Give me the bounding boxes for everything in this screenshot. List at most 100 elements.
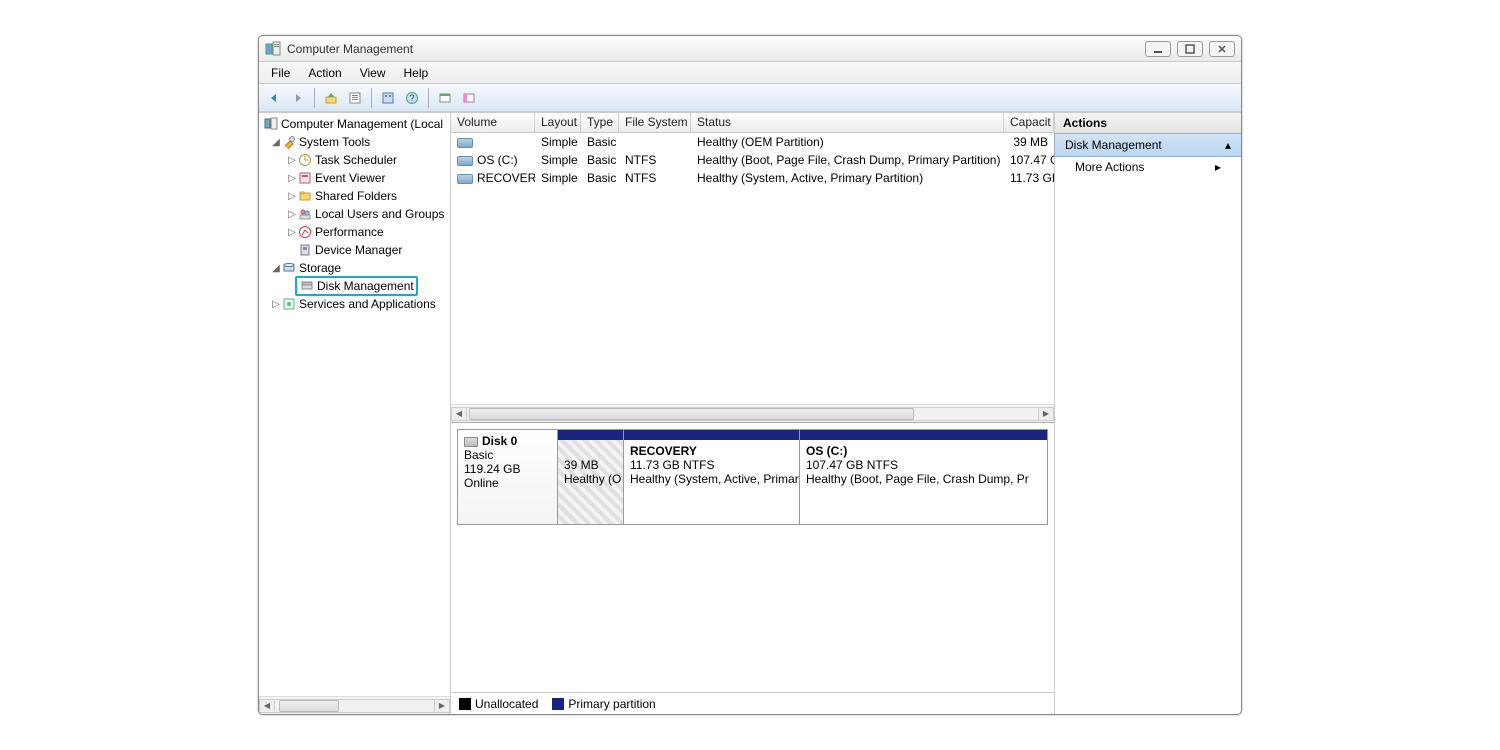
tree-performance[interactable]: ▷Performance [259,223,450,241]
maximize-button[interactable] [1177,41,1203,57]
disk-row: Disk 0 Basic 119.24 GB Online 39 MBHealt… [457,429,1048,525]
volume-table: Volume Layout Type File System Status Ca… [451,113,1054,423]
performance-icon [297,224,313,240]
minimize-button[interactable] [1145,41,1171,57]
toolbar: ? [259,84,1241,112]
users-icon [297,206,313,222]
partition-recovery[interactable]: RECOVERY11.73 GB NTFSHealthy (System, Ac… [624,430,800,524]
left-scrollbar[interactable]: ◀ ▶ [259,696,450,714]
scroll-thumb[interactable] [279,700,339,712]
expand-icon[interactable]: ▷ [271,299,281,310]
collapse-icon[interactable]: ◢ [271,137,281,148]
table-row[interactable]: OS (C:) Simple Basic NTFS Healthy (Boot,… [451,151,1054,169]
volume-icon [457,138,473,148]
scroll-track[interactable] [275,699,434,713]
partition-os[interactable]: OS (C:)107.47 GB NTFSHealthy (Boot, Page… [800,430,1047,524]
col-type[interactable]: Type [581,113,619,132]
actions-disk-management[interactable]: Disk Management ▴ [1054,133,1242,157]
scroll-track[interactable] [467,407,1038,421]
scroll-left-button[interactable]: ◀ [259,699,275,713]
actions-pane: Actions Disk Management ▴ More Actions ▸ [1055,113,1241,714]
disk-partitions: 39 MBHealthy (O RECOVERY11.73 GB NTFSHea… [558,430,1047,524]
menubar: File Action View Help [259,62,1241,84]
expand-icon[interactable]: ▷ [287,209,297,220]
tree-event-viewer[interactable]: ▷Event Viewer [259,169,450,187]
col-volume[interactable]: Volume [451,113,535,132]
device-icon [297,242,313,258]
collapse-icon[interactable]: ◢ [271,263,281,274]
partition-header-bar [800,430,1047,440]
col-layout[interactable]: Layout [535,113,581,132]
view2-button[interactable] [458,87,480,109]
menu-file[interactable]: File [263,64,298,82]
volume-icon [457,156,473,166]
partition-oem[interactable]: 39 MBHealthy (O [558,430,624,524]
disk-area: Disk 0 Basic 119.24 GB Online 39 MBHealt… [451,423,1054,714]
app-icon [265,41,281,57]
legend: Unallocated Primary partition [451,692,1054,714]
actions-header: Actions [1055,113,1241,134]
tree-system-tools[interactable]: ◢System Tools [259,133,450,151]
refresh-button[interactable] [377,87,399,109]
properties-button[interactable] [344,87,366,109]
menu-view[interactable]: View [352,64,394,82]
disk-icon [299,278,315,294]
legend-unallocated-swatch [459,698,471,710]
tree-device-manager[interactable]: Device Manager [259,241,450,259]
partition-header-bar [558,430,623,440]
tree-local-users[interactable]: ▷Local Users and Groups [259,205,450,223]
volume-icon [457,174,473,184]
chevron-right-icon: ▸ [1215,160,1221,174]
services-icon [281,296,297,312]
table-body: Simple Basic Healthy (OEM Partition) 39 … [451,133,1054,404]
expand-icon[interactable]: ▷ [287,191,297,202]
tree-task-scheduler[interactable]: ▷Task Scheduler [259,151,450,169]
col-fs[interactable]: File System [619,113,691,132]
app-window: Computer Management File Action View Hel… [258,35,1242,715]
left-pane: Computer Management (Local ◢System Tools… [259,113,451,714]
up-button[interactable] [320,87,342,109]
expand-icon[interactable]: ▷ [287,173,297,184]
menu-action[interactable]: Action [300,64,349,82]
disk-header[interactable]: Disk 0 Basic 119.24 GB Online [458,430,558,524]
legend-primary-swatch [552,698,564,710]
tree: Computer Management (Local ◢System Tools… [259,113,450,696]
table-header: Volume Layout Type File System Status Ca… [451,113,1054,133]
partition-header-bar [624,430,799,440]
window-title: Computer Management [287,42,1145,56]
help-button[interactable]: ? [401,87,423,109]
table-row[interactable]: RECOVERY Simple Basic NTFS Healthy (Syst… [451,169,1054,187]
actions-more-actions[interactable]: More Actions ▸ [1055,156,1241,178]
chevron-up-icon: ▴ [1225,138,1231,152]
tools-icon [281,134,297,150]
disk-icon [464,437,478,447]
expand-icon[interactable]: ▷ [287,227,297,238]
folder-icon [297,188,313,204]
computer-icon [263,116,279,132]
center-pane: Volume Layout Type File System Status Ca… [451,113,1055,714]
clock-icon [297,152,313,168]
body: Computer Management (Local ◢System Tools… [259,112,1241,714]
col-status[interactable]: Status [691,113,1004,132]
scroll-right-button[interactable]: ▶ [434,699,450,713]
close-button[interactable] [1209,41,1235,57]
scroll-left-button[interactable]: ◀ [451,407,467,421]
storage-icon [281,260,297,276]
tree-disk-management[interactable]: Disk Management [259,277,450,295]
table-scrollbar[interactable]: ◀ ▶ [451,404,1054,422]
col-capacity[interactable]: Capacit [1004,113,1054,132]
tree-root[interactable]: Computer Management (Local [259,115,450,133]
tree-shared-folders[interactable]: ▷Shared Folders [259,187,450,205]
scroll-thumb[interactable] [469,408,914,420]
back-button[interactable] [263,87,285,109]
view1-button[interactable] [434,87,456,109]
scroll-right-button[interactable]: ▶ [1038,407,1054,421]
svg-text:?: ? [409,93,414,103]
menu-help[interactable]: Help [396,64,437,82]
tree-services[interactable]: ▷Services and Applications [259,295,450,313]
tree-storage[interactable]: ◢Storage [259,259,450,277]
table-row[interactable]: Simple Basic Healthy (OEM Partition) 39 … [451,133,1054,151]
titlebar: Computer Management [259,36,1241,62]
forward-button[interactable] [287,87,309,109]
expand-icon[interactable]: ▷ [287,155,297,166]
